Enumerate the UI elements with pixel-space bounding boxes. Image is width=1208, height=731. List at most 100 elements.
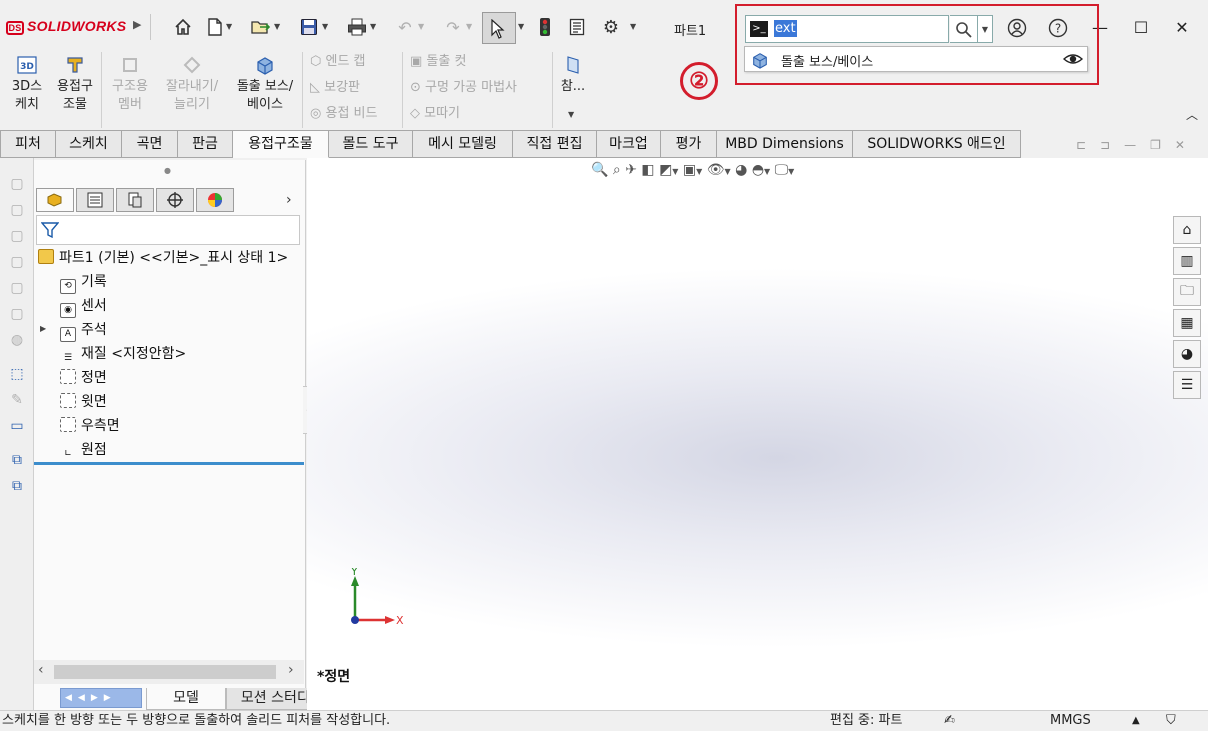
chamfer-button[interactable]: ◇ 모따기 — [410, 103, 460, 125]
copy-icon[interactable]: ⧉ — [7, 478, 27, 498]
tab-features[interactable]: 피처 — [0, 130, 56, 158]
save-icon[interactable] — [298, 15, 320, 39]
cube-icon[interactable]: ▢ — [7, 202, 27, 222]
rollback-bar[interactable] — [34, 462, 304, 465]
save-dropdown-arrow[interactable]: ▼ — [322, 22, 330, 32]
3d-sketch-button[interactable]: 3D 3D스 케치 — [6, 54, 48, 114]
tree-item-origin[interactable]: ∟ 원점 — [60, 438, 107, 462]
new-dropdown-arrow[interactable]: ▼ — [226, 22, 234, 32]
rebuild-icon[interactable]: ✍ — [944, 711, 955, 731]
maximize-button[interactable]: ☐ — [1131, 18, 1151, 38]
trim-extend-button[interactable]: 잘라내기/ 늘리기 — [158, 54, 226, 114]
cube-icon[interactable]: ▢ — [7, 254, 27, 274]
display-style-icon[interactable]: ▣ — [683, 162, 696, 178]
select-dropdown-arrow[interactable]: ▼ — [518, 22, 526, 32]
undo-icon[interactable]: ↶ — [394, 15, 416, 39]
select-button[interactable] — [482, 12, 516, 44]
redo-dropdown-arrow[interactable]: ▼ — [466, 22, 474, 32]
scroll-right-arrow[interactable]: › — [288, 662, 294, 678]
ribbon-more-arrow[interactable]: ▼ — [568, 110, 574, 119]
appearances-icon[interactable]: ◕ — [1173, 340, 1201, 368]
tree-item-sensors[interactable]: ◉ 센서 — [60, 294, 107, 318]
tree-filter-input[interactable] — [36, 215, 300, 245]
horizontal-scrollbar[interactable]: ‹ › — [34, 660, 304, 684]
tree-item-history[interactable]: ⟲ 기록 — [60, 270, 107, 294]
extruded-cut-button[interactable]: ▣ 돌출 컷 — [410, 51, 466, 73]
copy-icon[interactable]: ⧉ — [7, 452, 27, 472]
view-orientation-icon[interactable]: ◩ — [659, 162, 672, 178]
unit-system-status[interactable]: MMGS — [1050, 711, 1091, 731]
tab-markup[interactable]: 마크업 — [597, 130, 661, 158]
new-document-icon[interactable] — [204, 15, 226, 39]
feature-tree-tab-icon[interactable] — [36, 188, 74, 212]
view-settings-icon[interactable]: 🖵 — [775, 162, 789, 178]
zoom-to-area-icon[interactable]: ⌕ — [613, 162, 621, 178]
tree-item-right-plane[interactable]: 우측면 — [60, 414, 120, 438]
extruded-boss-base-button[interactable]: 돌출 보스/ 베이스 — [230, 54, 300, 114]
weld-bead-button[interactable]: ◎ 용접 비드 — [310, 103, 377, 125]
dimxpert-tab-icon[interactable] — [156, 188, 194, 212]
tab-surfaces[interactable]: 곡면 — [122, 130, 178, 158]
hide-show-items-icon[interactable]: 👁 — [707, 162, 725, 178]
view-palette-icon[interactable]: ▦ — [1173, 309, 1201, 337]
graphics-area[interactable]: 🔍 ⌕ ✈ ◧ ◩▼ ▣▼ 👁▼ ◕ ◓▼ 🖵▼ ⌂ ▥ 🗀 ▦ ◕ ☰ Y X… — [307, 158, 1208, 710]
display-icon[interactable]: ▭ — [7, 418, 27, 438]
tab-solidworks-addins[interactable]: SOLIDWORKS 애드인 — [853, 130, 1021, 158]
weldment-button[interactable]: 용접구 조물 — [52, 54, 98, 114]
edit-icon[interactable]: ✎ — [7, 392, 27, 412]
tab-sheet-metal[interactable]: 판금 — [178, 130, 233, 158]
tag-icon[interactable]: ⛉ — [1166, 711, 1176, 731]
tab-sketch[interactable]: 스케치 — [56, 130, 122, 158]
zoom-to-fit-icon[interactable]: 🔍 — [591, 162, 608, 178]
tab-mbd-dimensions[interactable]: MBD Dimensions — [717, 130, 853, 158]
configuration-manager-tab-icon[interactable] — [116, 188, 154, 212]
edit-appearance-icon[interactable]: ◕ — [735, 162, 747, 178]
file-explorer-icon[interactable]: 🗀 — [1173, 278, 1201, 306]
custom-properties-icon[interactable]: ☰ — [1173, 371, 1201, 399]
end-cap-button[interactable]: ⬡ 엔드 캡 — [310, 51, 366, 73]
cube-icon[interactable]: ▢ — [7, 306, 27, 326]
cube-icon[interactable]: ▢ — [7, 280, 27, 300]
collapse-ribbon-icon[interactable]: ︿ — [1186, 106, 1198, 123]
scroll-left-arrow[interactable]: ‹ — [38, 662, 44, 678]
gusset-button[interactable]: ◺ 보강판 — [310, 77, 360, 99]
cube-icon[interactable]: ◍ — [7, 332, 27, 352]
expand-arrow-icon[interactable]: ▶ — [40, 324, 46, 333]
print-dropdown-arrow[interactable]: ▼ — [370, 22, 378, 32]
tab-model[interactable]: 모델 — [146, 688, 226, 710]
structural-member-button[interactable]: 구조용 멤버 — [106, 54, 154, 114]
tree-item-front-plane[interactable]: 정면 — [60, 366, 107, 390]
tree-item-material[interactable]: ☰ 재질 <지정안함> — [60, 342, 186, 366]
tab-mesh-modeling[interactable]: 메시 모델링 — [413, 130, 513, 158]
property-manager-tab-icon[interactable] — [76, 188, 114, 212]
document-window-controls[interactable]: ⊏⊐—❐✕ — [1076, 138, 1199, 152]
tab-mold-tools[interactable]: 몰드 도구 — [329, 130, 413, 158]
tree-root-part[interactable]: 파트1 (기본) <<기본>_표시 상태 1> — [38, 246, 288, 270]
panel-grip[interactable]: ● — [164, 166, 171, 175]
section-view-icon[interactable]: ◧ — [641, 162, 654, 178]
reference-geometry-button[interactable]: 참... — [558, 54, 588, 96]
close-button[interactable]: ✕ — [1172, 18, 1192, 38]
panel-next-arrow[interactable]: › — [286, 192, 292, 208]
cube-icon[interactable]: ▢ — [7, 176, 27, 196]
menu-expand-arrow[interactable]: ▶ — [133, 18, 141, 31]
tree-item-top-plane[interactable]: 윗면 — [60, 390, 107, 414]
home-icon[interactable] — [172, 15, 194, 39]
tab-navigation-arrows[interactable]: ◀◀▶▶ — [60, 688, 142, 708]
display-manager-tab-icon[interactable] — [196, 188, 234, 212]
solidworks-logo[interactable]: DS SOLIDWORKS — [6, 18, 126, 35]
select-filter-icon[interactable]: ⬚ — [7, 366, 27, 386]
tab-direct-editing[interactable]: 직접 편집 — [513, 130, 597, 158]
traffic-light-icon[interactable] — [534, 15, 556, 39]
open-dropdown-arrow[interactable]: ▼ — [274, 22, 282, 32]
redo-icon[interactable]: ↷ — [442, 15, 464, 39]
print-icon[interactable] — [346, 15, 368, 39]
units-menu-arrow[interactable]: ▲ — [1132, 711, 1140, 731]
apply-scene-icon[interactable]: ◓ — [752, 162, 764, 178]
tab-evaluate[interactable]: 평가 — [661, 130, 717, 158]
previous-view-icon[interactable]: ✈ — [625, 162, 637, 178]
cube-icon[interactable]: ▢ — [7, 228, 27, 248]
tree-item-annotations[interactable]: A 주석 — [60, 318, 107, 342]
design-library-icon[interactable]: ▥ — [1173, 247, 1201, 275]
hole-wizard-button[interactable]: ⊙ 구멍 가공 마법사 — [410, 77, 517, 99]
